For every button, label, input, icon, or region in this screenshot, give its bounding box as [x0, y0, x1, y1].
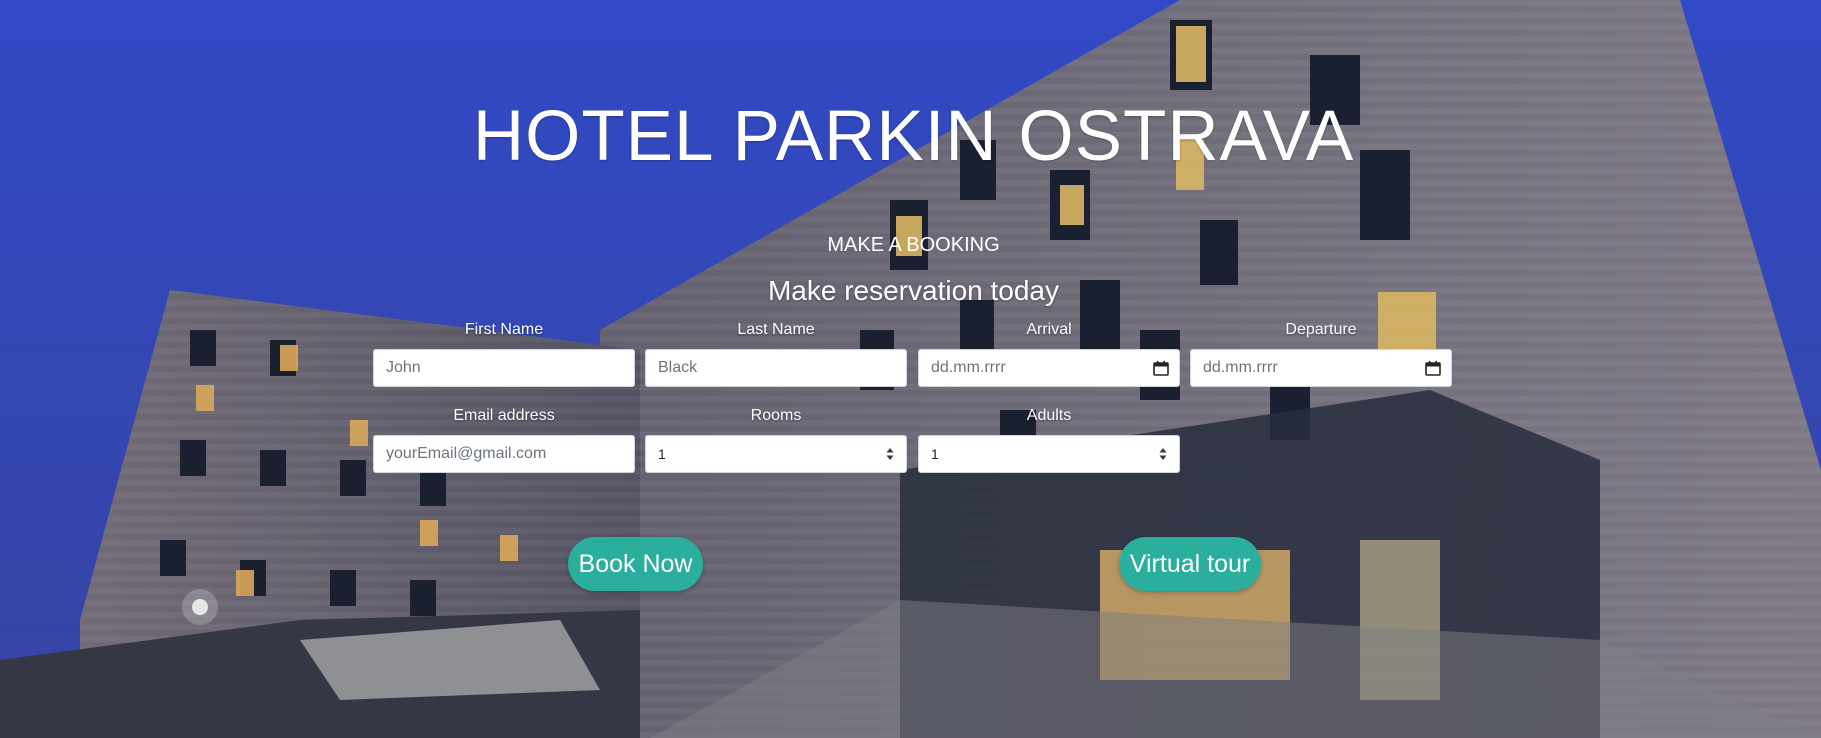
- last-name-input[interactable]: Black: [645, 349, 907, 387]
- booking-subtitle: MAKE A BOOKING: [827, 234, 1000, 256]
- calendar-icon[interactable]: [1153, 360, 1169, 376]
- email-input[interactable]: yourEmail@gmail.com: [373, 435, 635, 473]
- rooms-label: Rooms: [750, 407, 802, 424]
- first-name-placeholder: John: [386, 359, 421, 376]
- adults-select[interactable]: 1: [918, 435, 1180, 473]
- rooms-value: 1: [658, 446, 666, 462]
- first-name-input[interactable]: John: [373, 349, 635, 387]
- first-name-group: First Name John: [373, 320, 635, 387]
- virtual-tour-button[interactable]: Virtual tour: [1119, 537, 1261, 591]
- arrival-group: Arrival dd.mm.rrrr: [918, 320, 1180, 387]
- calendar-icon[interactable]: [1425, 360, 1441, 376]
- email-group: Email address yourEmail@gmail.com: [373, 406, 635, 473]
- email-placeholder: yourEmail@gmail.com: [386, 445, 547, 462]
- adults-label: Adults: [1026, 407, 1072, 424]
- adults-value: 1: [931, 446, 939, 462]
- select-arrows-icon: [1159, 448, 1167, 460]
- rooms-select[interactable]: 1: [645, 435, 907, 473]
- last-name-label: Last Name: [737, 321, 815, 338]
- email-label: Email address: [453, 407, 555, 424]
- rooms-group: Rooms 1: [645, 406, 907, 473]
- hotel-title: HOTEL PARKIN OSTRAVA: [472, 97, 1355, 176]
- departure-label: Departure: [1285, 321, 1357, 338]
- departure-date-input[interactable]: dd.mm.rrrr: [1190, 349, 1452, 387]
- arrival-label: Arrival: [1026, 321, 1072, 338]
- last-name-group: Last Name Black: [645, 320, 907, 387]
- booking-section: HOTEL PARKIN OSTRAVA MAKE A BOOKING Make…: [0, 0, 1821, 738]
- select-arrows-icon: [886, 448, 894, 460]
- adults-group: Adults 1: [918, 406, 1180, 473]
- departure-group: Departure dd.mm.rrrr: [1190, 320, 1452, 387]
- book-now-button[interactable]: Book Now: [568, 537, 703, 591]
- arrival-date-input[interactable]: dd.mm.rrrr: [918, 349, 1180, 387]
- last-name-placeholder: Black: [658, 359, 698, 376]
- first-name-label: First Name: [464, 321, 544, 338]
- departure-placeholder: dd.mm.rrrr: [1203, 359, 1278, 376]
- arrival-placeholder: dd.mm.rrrr: [931, 359, 1006, 376]
- reservation-heading: Make reservation today: [767, 275, 1060, 306]
